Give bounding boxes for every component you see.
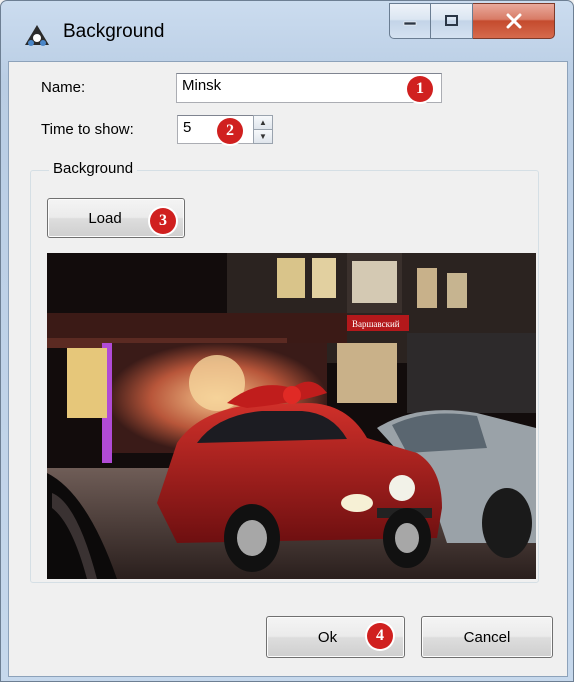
ok-button-label: Ok [317,628,338,646]
load-button-label: Load [88,209,122,227]
maximize-button[interactable] [431,3,473,39]
title-bar[interactable]: Background [1,1,573,61]
callout-badge-2: 2 [217,118,243,144]
name-field[interactable]: Minsk [176,73,442,103]
preview-photo: Варшавский [47,253,536,579]
minimize-button[interactable] [389,3,431,39]
cancel-button-label: Cancel [463,628,511,646]
time-to-show-input[interactable]: 5 [177,115,255,144]
background-group-label: Background [49,160,138,177]
time-to-show-stepper[interactable]: ▲ ▼ [253,115,273,144]
maximize-icon [444,15,458,26]
close-icon [506,13,521,29]
spin-down-icon[interactable]: ▼ [254,129,272,143]
callout-badge-4: 4 [367,623,393,649]
close-button[interactable] [473,3,555,39]
name-label: Name: [41,79,86,96]
spin-up-icon[interactable]: ▲ [254,116,272,129]
app-icon [25,25,49,46]
minimize-icon [403,21,417,26]
background-preview-image: Варшавский [47,253,536,579]
window-title: Background [63,21,165,42]
time-to-show-label: Time to show: [41,121,134,138]
callout-badge-3: 3 [150,208,176,234]
callout-badge-1: 1 [407,76,433,102]
cancel-button[interactable]: Cancel [421,616,553,658]
shop-sign-text: Варшавский [352,319,400,329]
